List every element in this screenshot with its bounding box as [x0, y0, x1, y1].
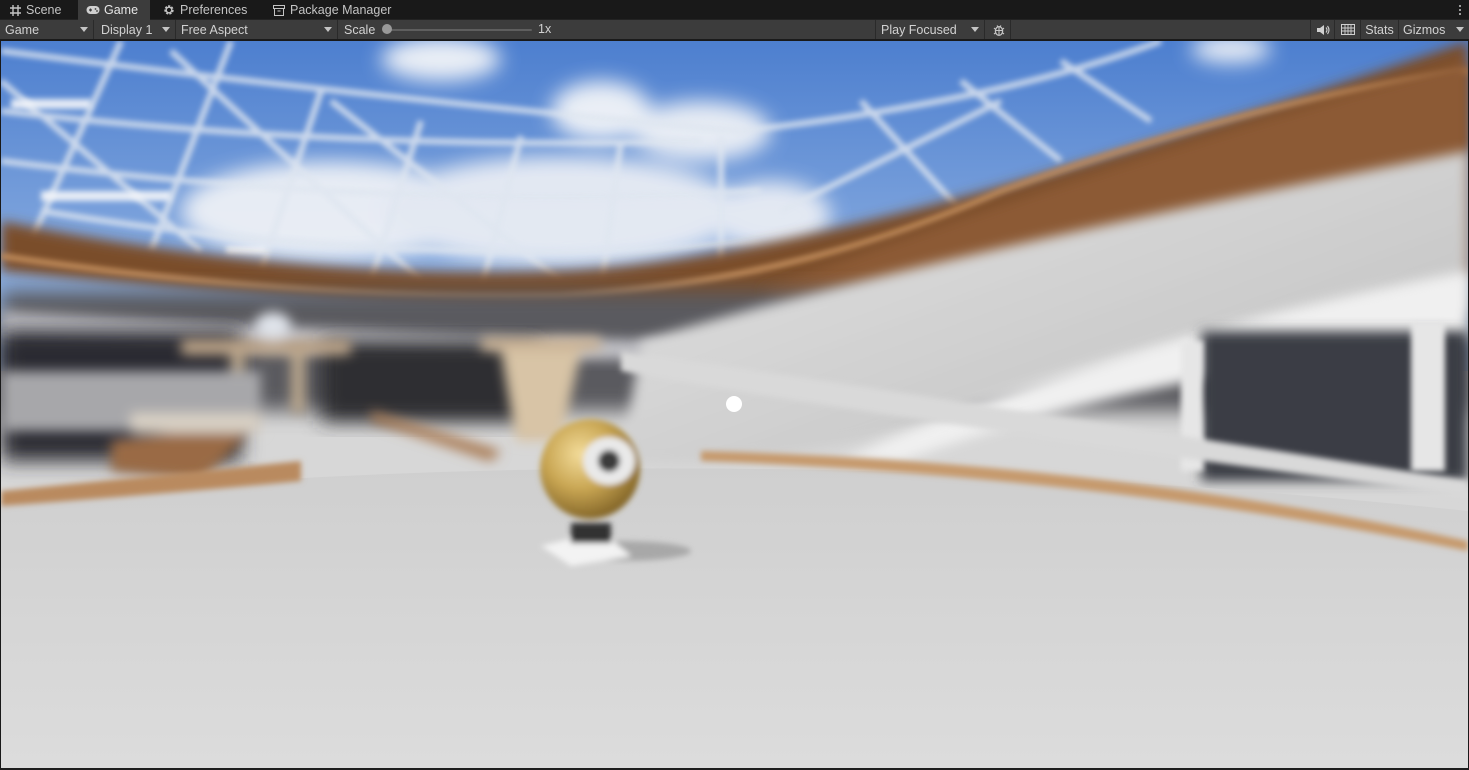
scale-slider-track[interactable]: [388, 29, 532, 31]
tab-preferences[interactable]: Preferences: [154, 0, 258, 20]
gamepad-icon: [86, 3, 100, 17]
rendered-scene: [1, 41, 1468, 768]
scale-label: Scale: [344, 22, 376, 37]
tab-scene[interactable]: Scene: [0, 0, 72, 20]
gizmos-dropdown[interactable]: [1450, 20, 1469, 39]
tab-scene-label: Scene: [26, 3, 62, 17]
scale-slider-thumb[interactable]: [382, 24, 392, 34]
play-mode-dropdown[interactable]: Play Focused: [875, 20, 985, 39]
tab-preferences-label: Preferences: [180, 3, 248, 17]
keyboard-shortcut-button[interactable]: [1334, 20, 1360, 39]
play-mode-label: Play Focused: [881, 22, 957, 37]
aspect-label: Free Aspect: [181, 22, 248, 37]
editor-tab-strip: Scene Game Preferences Package Manager: [0, 0, 1469, 20]
tab-package-manager[interactable]: Package Manager: [264, 0, 400, 20]
chevron-down-icon: [80, 27, 88, 32]
game-viewport[interactable]: [1, 41, 1468, 768]
gear-icon: [162, 3, 176, 17]
package-icon: [272, 3, 286, 17]
gizmos-label: Gizmos: [1403, 22, 1446, 37]
gizmos-button[interactable]: Gizmos: [1398, 20, 1450, 39]
tab-game[interactable]: Game: [78, 0, 150, 20]
view-mode-dropdown[interactable]: Game: [0, 20, 94, 39]
stats-button[interactable]: Stats: [1360, 20, 1398, 39]
chevron-down-icon: [162, 27, 170, 32]
more-options-icon[interactable]: [1455, 2, 1465, 18]
grid-hash-icon: [8, 3, 22, 17]
speaker-icon: [1316, 24, 1330, 35]
frame-debugger-button[interactable]: [987, 20, 1011, 39]
mute-audio-button[interactable]: [1310, 20, 1334, 39]
chevron-down-icon: [1455, 27, 1464, 32]
display-label: Display 1: [101, 22, 153, 37]
view-mode-label: Game: [5, 22, 40, 37]
game-view-toolbar: Game Display 1 Free Aspect Scale 1x Play…: [0, 20, 1469, 40]
aspect-dropdown[interactable]: Free Aspect: [176, 20, 338, 39]
tab-package-manager-label: Package Manager: [290, 3, 392, 17]
tab-game-label: Game: [104, 3, 139, 17]
chevron-down-icon: [324, 27, 332, 32]
keyboard-icon: [1340, 24, 1355, 35]
bug-icon: [993, 24, 1004, 36]
display-dropdown[interactable]: Display 1: [96, 20, 176, 39]
scale-control: Scale 1x: [340, 20, 560, 39]
scale-value: 1x: [538, 22, 552, 36]
stats-label: Stats: [1365, 22, 1394, 37]
chevron-down-icon: [971, 27, 979, 32]
